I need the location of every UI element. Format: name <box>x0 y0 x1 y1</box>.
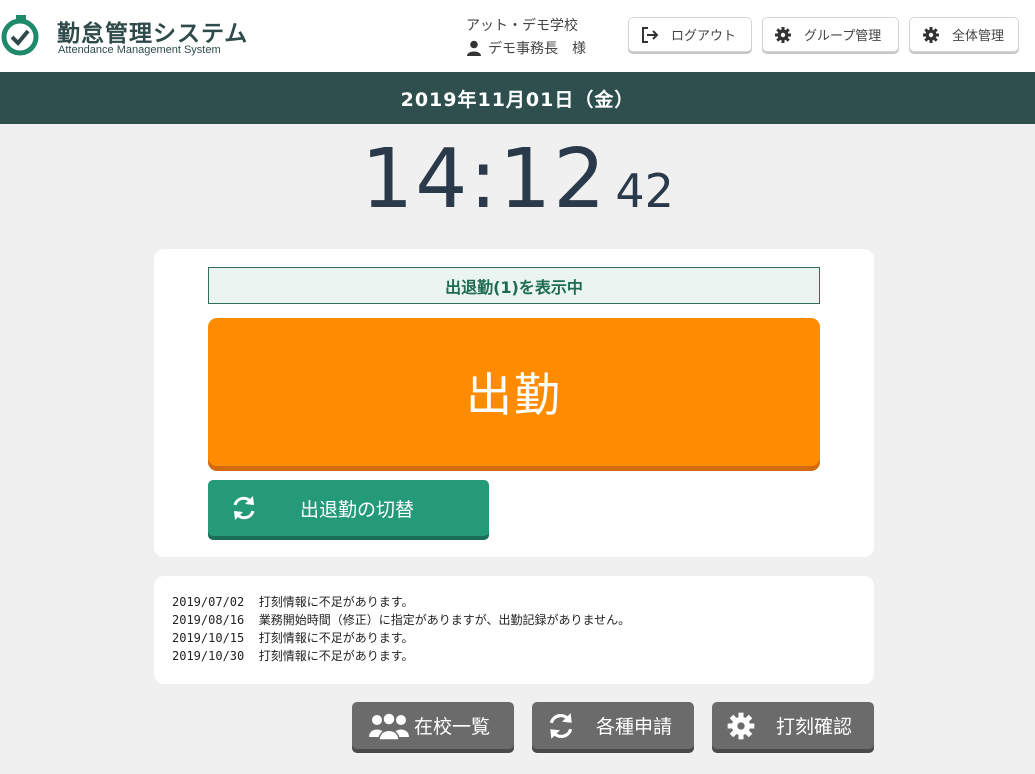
group-admin-button[interactable]: グループ管理 <box>762 17 899 52</box>
notice-item: 2019/10/15 打刻情報に不足があります。 <box>172 629 856 647</box>
punch-panel: 出退勤(1)を表示中 出勤 出退勤の切替 <box>154 249 874 557</box>
app-subtitle: Attendance Management System <box>58 44 221 56</box>
punch-records-button[interactable]: 打刻確認 <box>712 702 874 749</box>
sync-icon <box>233 496 255 520</box>
notice-list: 2019/07/02 打刻情報に不足があります。 2019/08/16 業務開始… <box>154 576 874 684</box>
present-list-label: 在校一覧 <box>414 716 491 738</box>
group-admin-label: グループ管理 <box>804 29 882 44</box>
date-bar: 2019年11月01日（金） <box>0 72 1035 124</box>
requests-button[interactable]: 各種申請 <box>532 702 694 749</box>
clock: 14:12 42 <box>0 132 1035 227</box>
gear-icon <box>775 26 791 43</box>
all-admin-button[interactable]: 全体管理 <box>909 17 1019 52</box>
logout-label: ログアウト <box>671 29 737 44</box>
app-title: 勤怠管理システム <box>57 21 249 47</box>
clock-in-button[interactable]: 出勤 <box>208 318 820 466</box>
header: 勤怠管理システム Attendance Management System アッ… <box>0 0 1035 72</box>
clock-hours-minutes: 14:12 <box>361 132 608 227</box>
clock-check-icon <box>1 15 39 56</box>
gear-icon <box>727 712 755 739</box>
school-name: アット・デモ学校 <box>466 18 578 34</box>
notice-date: 2019/10/15 <box>172 631 245 645</box>
notice-item: 2019/08/16 業務開始時間（修正）に指定がありますが、出勤記録がありませ… <box>172 611 856 629</box>
punch-records-label: 打刻確認 <box>776 716 853 738</box>
users-icon <box>369 711 409 741</box>
mode-indicator: 出退勤(1)を表示中 <box>208 267 820 304</box>
clock-in-label: 出勤 <box>466 368 562 422</box>
notice-date: 2019/07/02 <box>172 595 245 609</box>
current-date: 2019年11月01日（金） <box>400 88 635 111</box>
requests-label: 各種申請 <box>596 716 673 738</box>
logout-button[interactable]: ログアウト <box>628 17 752 52</box>
mode-label: 出退勤(1)を表示中 <box>445 277 583 297</box>
present-list-button[interactable]: 在校一覧 <box>352 702 514 749</box>
notice-text: 打刻情報に不足があります。 <box>258 595 414 609</box>
notice-item: 2019/07/02 打刻情報に不足があります。 <box>172 593 856 611</box>
user-icon <box>467 40 481 56</box>
notice-item: 2019/10/30 打刻情報に不足があります。 <box>172 647 856 665</box>
notice-text: 打刻情報に不足があります。 <box>258 649 414 663</box>
notice-date: 2019/08/16 <box>172 613 245 627</box>
clock-seconds: 42 <box>615 164 674 218</box>
notice-text: 業務開始時間（修正）に指定がありますが、出勤記録がありません。 <box>258 613 631 627</box>
switch-mode-label: 出退勤の切替 <box>300 499 415 521</box>
notice-text: 打刻情報に不足があります。 <box>258 631 414 645</box>
sync-icon <box>549 712 573 739</box>
all-admin-label: 全体管理 <box>952 29 1005 44</box>
notice-date: 2019/10/30 <box>172 649 245 663</box>
user-name: デモ事務長 様 <box>488 41 586 57</box>
switch-mode-button[interactable]: 出退勤の切替 <box>208 480 489 536</box>
logout-icon <box>642 26 659 43</box>
gear-icon <box>923 26 939 43</box>
user-info: デモ事務長 様 <box>466 38 586 58</box>
